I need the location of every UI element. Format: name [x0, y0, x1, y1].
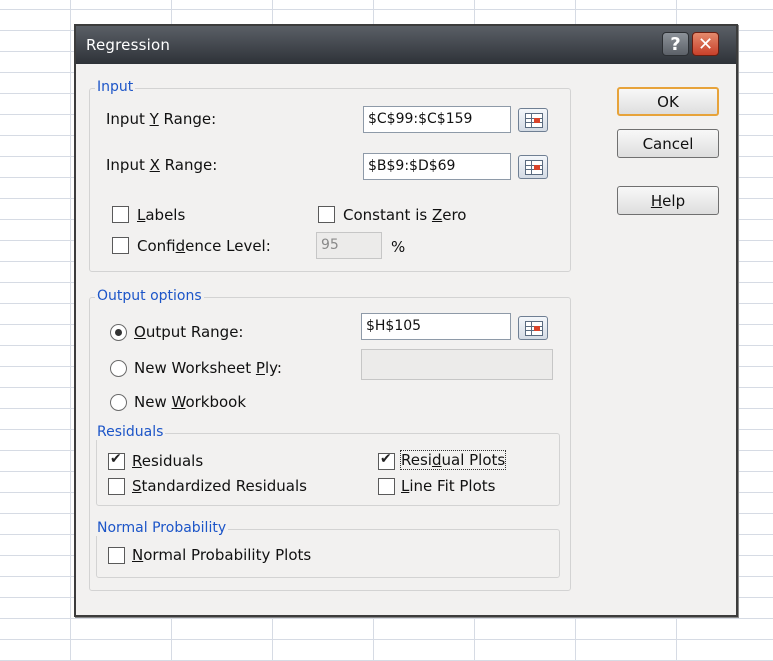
labels-label[interactable]: Labels — [137, 206, 185, 224]
labels-checkbox[interactable] — [112, 206, 129, 223]
residual-plots-checkbox[interactable] — [378, 451, 395, 470]
question-icon: ? — [670, 33, 681, 55]
residuals-checkbox[interactable] — [108, 451, 125, 470]
standardized-residuals-checkbox[interactable] — [108, 478, 125, 495]
constant-zero-checkbox[interactable] — [318, 206, 335, 223]
output-range-ref-button[interactable] — [518, 316, 548, 340]
new-worksheet-label[interactable]: New Worksheet Ply: — [134, 359, 282, 377]
line-fit-plots-label[interactable]: Line Fit Plots — [401, 477, 495, 495]
new-worksheet-radio[interactable] — [110, 360, 127, 377]
input-y-range-ref-button[interactable] — [518, 108, 548, 132]
ok-button[interactable]: OK — [617, 87, 719, 116]
input-y-range-field[interactable]: $C$99:$C$159 — [363, 106, 511, 133]
standardized-residuals-label[interactable]: Standardized Residuals — [132, 477, 307, 495]
residuals-title: Residuals — [95, 424, 166, 440]
normal-probability-label[interactable]: Normal Probability Plots — [132, 546, 311, 564]
confidence-level-label[interactable]: Confidence Level: — [137, 237, 271, 255]
help-button[interactable]: Help — [617, 186, 719, 215]
input-group-title: Input — [95, 79, 136, 95]
new-workbook-label[interactable]: New Workbook — [134, 393, 246, 411]
input-x-range-label: Input X Range: — [106, 156, 218, 174]
residual-plots-label[interactable]: Residual Plots — [399, 450, 507, 470]
constant-zero-label[interactable]: Constant is Zero — [343, 206, 466, 224]
confidence-level-checkbox[interactable] — [112, 237, 129, 254]
input-x-range-ref-button[interactable] — [518, 155, 548, 179]
range-select-icon — [525, 113, 543, 128]
close-icon: ✕ — [697, 33, 714, 55]
line-fit-plots-checkbox[interactable] — [378, 478, 395, 495]
cancel-button[interactable]: Cancel — [617, 129, 719, 158]
output-range-field[interactable]: $H$105 — [361, 313, 511, 340]
range-select-icon — [525, 160, 543, 175]
output-range-radio[interactable] — [110, 324, 127, 341]
confidence-percent-label: % — [391, 238, 406, 256]
help-question-button[interactable]: ? — [662, 32, 689, 56]
output-range-label[interactable]: Output Range: — [134, 323, 243, 341]
close-button[interactable]: ✕ — [692, 32, 719, 56]
normal-probability-checkbox[interactable] — [108, 547, 125, 564]
confidence-level-field[interactable]: 95 — [316, 232, 382, 259]
title-bar[interactable]: Regression ? ✕ — [76, 26, 736, 64]
new-workbook-radio[interactable] — [110, 394, 127, 411]
new-worksheet-field[interactable] — [361, 349, 553, 380]
output-options-title: Output options — [95, 288, 204, 304]
input-y-range-label: Input Y Range: — [106, 110, 217, 128]
range-select-icon — [525, 321, 543, 336]
input-x-range-field[interactable]: $B$9:$D$69 — [363, 153, 511, 180]
dialog-title: Regression — [86, 36, 171, 54]
residuals-label[interactable]: Residuals — [132, 452, 203, 470]
normal-probability-title: Normal Probability — [95, 520, 229, 536]
regression-dialog: Regression ? ✕ Input Input Y Range: $C$9… — [74, 24, 738, 617]
